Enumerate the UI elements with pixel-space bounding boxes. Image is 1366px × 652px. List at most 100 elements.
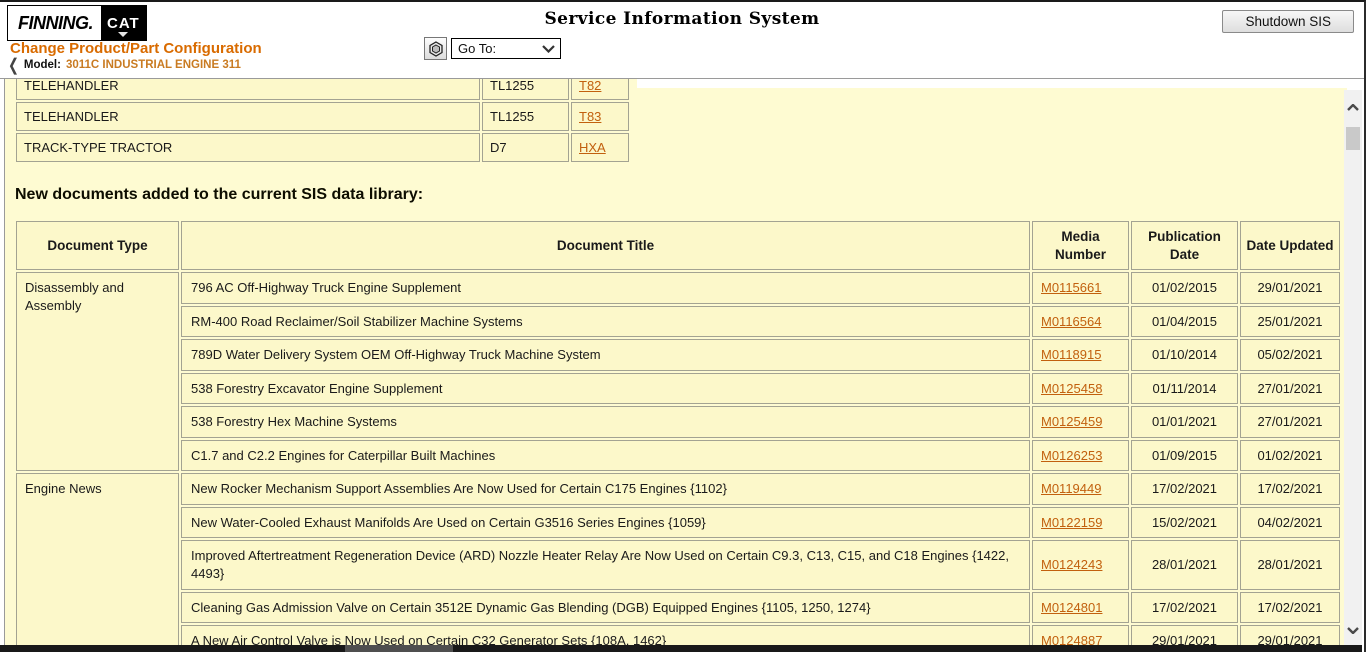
scroll-down-button[interactable]	[1344, 621, 1362, 639]
document-title-cell: 538 Forestry Hex Machine Systems	[181, 406, 1030, 438]
column-header-media-number: Media Number	[1032, 221, 1129, 270]
publication-date-cell: 15/02/2021	[1131, 507, 1238, 539]
date-updated-cell: 29/01/2021	[1240, 625, 1340, 647]
machines-table: TELEHANDLER TL1255 T82 TELEHANDLER TL125…	[14, 79, 631, 164]
chevron-down-icon	[542, 45, 555, 53]
goto-select-label: Go To:	[458, 41, 496, 56]
media-number-cell: M0125458	[1032, 373, 1129, 405]
content-top-strip	[637, 79, 1347, 88]
machine-name-cell: TRACK-TYPE TRACTOR	[16, 133, 480, 162]
model-breadcrumb: ❮ Model: 3011C INDUSTRIAL ENGINE 311	[8, 58, 241, 71]
app-title: Service Information System	[0, 9, 1364, 29]
media-number-link[interactable]: M0124801	[1041, 600, 1102, 615]
media-number-cell: M0124243	[1032, 540, 1129, 589]
goto-area: Go To:	[424, 37, 561, 60]
machine-model-cell: TL1255	[482, 79, 569, 100]
chevron-down-icon	[1347, 627, 1359, 634]
publication-date-cell: 01/04/2015	[1131, 306, 1238, 338]
publication-date-cell: 29/01/2021	[1131, 625, 1238, 647]
table-row: Disassembly and Assembly 796 AC Off-High…	[16, 272, 1340, 304]
column-header-document-type: Document Type	[16, 221, 179, 270]
machine-code-cell: T83	[571, 102, 629, 131]
table-row: Improved Aftertreatment Regeneration Dev…	[16, 540, 1340, 589]
date-updated-cell: 27/01/2021	[1240, 406, 1340, 438]
model-code-link[interactable]: T83	[579, 109, 601, 124]
table-row: C1.7 and C2.2 Engines for Caterpillar Bu…	[16, 440, 1340, 472]
document-title-cell: Cleaning Gas Admission Valve on Certain …	[181, 592, 1030, 624]
publication-date-cell: 01/09/2015	[1131, 440, 1238, 472]
date-updated-cell: 01/02/2021	[1240, 440, 1340, 472]
media-number-cell: M0126253	[1032, 440, 1129, 472]
table-row: RM-400 Road Reclaimer/Soil Stabilizer Ma…	[16, 306, 1340, 338]
content-area: TELEHANDLER TL1255 T82 TELEHANDLER TL125…	[4, 79, 1347, 647]
date-updated-cell: 17/02/2021	[1240, 473, 1340, 505]
machine-name-cell: TELEHANDLER	[16, 79, 480, 100]
model-label: Model:	[24, 59, 61, 71]
column-header-publication-date: Publication Date	[1131, 221, 1238, 270]
documents-header-row: Document Type Document Title Media Numbe…	[16, 221, 1340, 270]
publication-date-cell: 01/02/2015	[1131, 272, 1238, 304]
date-updated-cell: 05/02/2021	[1240, 339, 1340, 371]
document-type-cell: Engine News	[16, 473, 179, 647]
media-number-cell: M0124801	[1032, 592, 1129, 624]
horizontal-scroll-thumb[interactable]	[345, 645, 453, 652]
date-updated-cell: 27/01/2021	[1240, 373, 1340, 405]
vertical-scroll-thumb[interactable]	[1346, 127, 1360, 150]
table-row: Cleaning Gas Admission Valve on Certain …	[16, 592, 1340, 624]
media-number-cell: M0122159	[1032, 507, 1129, 539]
media-number-link[interactable]: M0119449	[1041, 481, 1101, 496]
vertical-scrollbar[interactable]	[1344, 90, 1362, 645]
scroll-up-button[interactable]	[1344, 98, 1362, 116]
media-number-link[interactable]: M0124243	[1041, 557, 1102, 572]
app-window: FINNING. CAT Service Information System …	[0, 0, 1366, 652]
media-number-link[interactable]: M0126253	[1041, 448, 1102, 463]
machine-row: TRACK-TYPE TRACTOR D7 HXA	[16, 133, 629, 162]
date-updated-cell: 28/01/2021	[1240, 540, 1340, 589]
hex-nut-icon	[428, 41, 444, 57]
media-number-cell: M0119449	[1032, 473, 1129, 505]
date-updated-cell: 17/02/2021	[1240, 592, 1340, 624]
machine-row: TELEHANDLER TL1255 T82	[16, 79, 629, 100]
documents-table: Document Type Document Title Media Numbe…	[14, 219, 1342, 647]
hex-nut-icon-button[interactable]	[424, 37, 447, 60]
model-code-link[interactable]: HXA	[579, 140, 606, 155]
shutdown-sis-button[interactable]: Shutdown SIS	[1222, 10, 1354, 33]
model-value: 3011C INDUSTRIAL ENGINE 311	[66, 59, 241, 71]
media-number-cell: M0118915	[1032, 339, 1129, 371]
table-row: 789D Water Delivery System OEM Off-Highw…	[16, 339, 1340, 371]
document-title-cell: 789D Water Delivery System OEM Off-Highw…	[181, 339, 1030, 371]
horizontal-scrollbar[interactable]	[0, 645, 1362, 652]
date-updated-cell: 29/01/2021	[1240, 272, 1340, 304]
publication-date-cell: 28/01/2021	[1131, 540, 1238, 589]
media-number-cell: M0125459	[1032, 406, 1129, 438]
document-title-cell: 538 Forestry Excavator Engine Supplement	[181, 373, 1030, 405]
column-header-document-title: Document Title	[181, 221, 1030, 270]
page-title: Change Product/Part Configuration	[10, 40, 262, 57]
media-number-link[interactable]: M0125459	[1041, 414, 1102, 429]
media-number-link[interactable]: M0118915	[1041, 347, 1101, 362]
publication-date-cell: 17/02/2021	[1131, 473, 1238, 505]
media-number-cell: M0124887	[1032, 625, 1129, 647]
media-number-link[interactable]: M0115661	[1041, 280, 1101, 295]
machine-model-cell: D7	[482, 133, 569, 162]
model-code-link[interactable]: T82	[579, 79, 601, 93]
goto-select[interactable]: Go To:	[451, 38, 561, 59]
media-number-link[interactable]: M0125458	[1041, 381, 1102, 396]
back-chevron-icon[interactable]: ❮	[8, 56, 19, 73]
table-row: New Water-Cooled Exhaust Manifolds Are U…	[16, 507, 1340, 539]
machine-name-cell: TELEHANDLER	[16, 102, 480, 131]
media-number-link[interactable]: M0122159	[1041, 515, 1102, 530]
date-updated-cell: 25/01/2021	[1240, 306, 1340, 338]
document-type-cell: Disassembly and Assembly	[16, 272, 179, 471]
publication-date-cell: 01/10/2014	[1131, 339, 1238, 371]
machine-code-cell: T82	[571, 79, 629, 100]
media-number-link[interactable]: M0116564	[1041, 314, 1101, 329]
section-heading: New documents added to the current SIS d…	[15, 186, 1347, 204]
table-row: 538 Forestry Hex Machine Systems M012545…	[16, 406, 1340, 438]
document-title-cell: New Water-Cooled Exhaust Manifolds Are U…	[181, 507, 1030, 539]
document-title-cell: RM-400 Road Reclaimer/Soil Stabilizer Ma…	[181, 306, 1030, 338]
date-updated-cell: 04/02/2021	[1240, 507, 1340, 539]
publication-date-cell: 17/02/2021	[1131, 592, 1238, 624]
table-row: A New Air Control Valve is Now Used on C…	[16, 625, 1340, 647]
document-title-cell: New Rocker Mechanism Support Assemblies …	[181, 473, 1030, 505]
